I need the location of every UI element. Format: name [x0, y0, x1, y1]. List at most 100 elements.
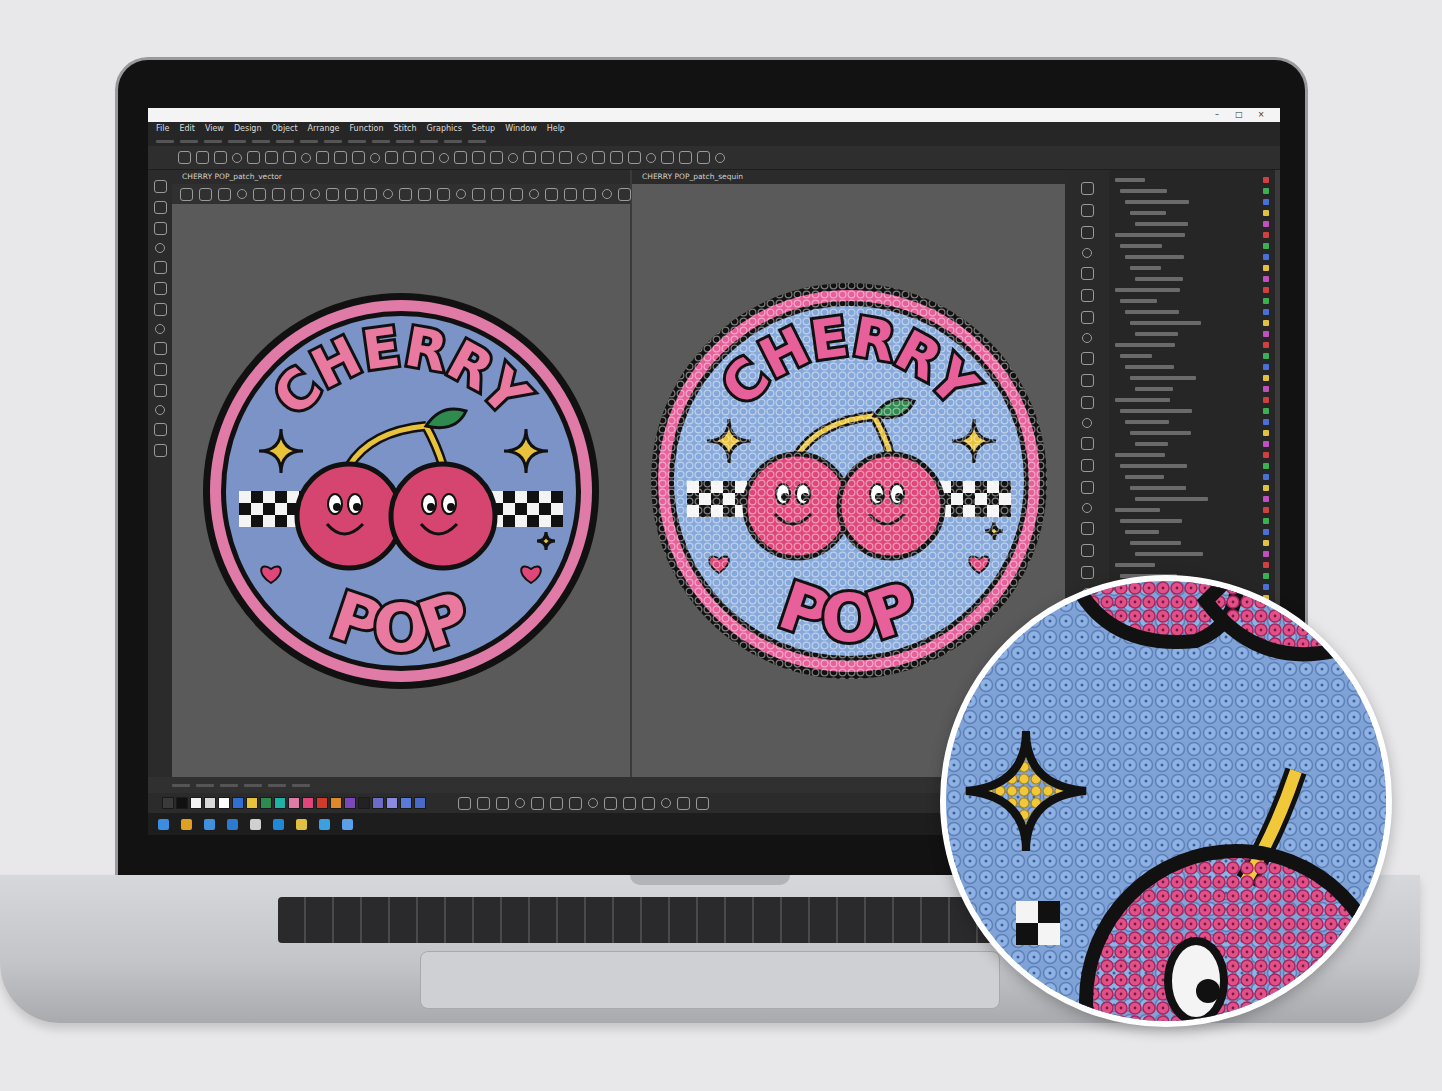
tool-icon[interactable] — [421, 151, 434, 164]
design-canvas[interactable]: CHERRYPOP — [172, 204, 630, 777]
menu-item[interactable]: Edit — [179, 122, 195, 136]
color-swatch[interactable] — [344, 797, 356, 809]
layer-row[interactable] — [1115, 209, 1269, 216]
tool-icon[interactable] — [604, 797, 617, 810]
panel-icon[interactable] — [1081, 374, 1094, 387]
tool-icon[interactable] — [550, 797, 563, 810]
menu-item[interactable]: Graphics — [427, 122, 462, 136]
color-swatch[interactable] — [400, 797, 412, 809]
panel-icon[interactable] — [1081, 459, 1094, 472]
layer-row[interactable] — [1115, 319, 1269, 326]
layer-row[interactable] — [1115, 297, 1269, 304]
layer-row[interactable] — [1115, 176, 1269, 183]
tool-icon[interactable] — [385, 151, 398, 164]
layer-row[interactable] — [1115, 440, 1269, 447]
patch[interactable]: CHERRYPOP — [201, 291, 601, 691]
layer-row[interactable] — [1115, 363, 1269, 370]
tool-icon[interactable] — [618, 188, 631, 201]
layer-row[interactable] — [1115, 429, 1269, 436]
tool-icon[interactable] — [154, 222, 167, 235]
layer-row[interactable] — [1115, 407, 1269, 414]
taskbar-app-icon[interactable] — [181, 819, 192, 830]
color-swatch[interactable] — [260, 797, 272, 809]
tool-icon[interactable] — [154, 282, 167, 295]
layer-row[interactable] — [1115, 198, 1269, 205]
tool-icon[interactable] — [588, 798, 598, 808]
color-swatch[interactable] — [246, 797, 258, 809]
tool-icon[interactable] — [310, 189, 320, 199]
layer-row[interactable] — [1115, 264, 1269, 271]
document-tab[interactable]: CHERRY POP_patch_sequin — [632, 170, 1065, 184]
tool-icon[interactable] — [283, 151, 296, 164]
tool-icon[interactable] — [326, 188, 339, 201]
layer-row[interactable] — [1115, 451, 1269, 458]
panel-icon[interactable] — [1082, 418, 1092, 428]
tool-icon[interactable] — [155, 405, 165, 415]
layer-row[interactable] — [1115, 308, 1269, 315]
layer-row[interactable] — [1115, 275, 1269, 282]
tool-icon[interactable] — [564, 188, 577, 201]
tool-icon[interactable] — [154, 363, 167, 376]
tool-icon[interactable] — [232, 153, 242, 163]
tool-icon[interactable] — [154, 201, 167, 214]
layer-row[interactable] — [1115, 418, 1269, 425]
layer-row[interactable] — [1115, 187, 1269, 194]
layer-row[interactable] — [1115, 484, 1269, 491]
tool-icon[interactable] — [490, 151, 503, 164]
layer-row[interactable] — [1115, 286, 1269, 293]
tool-icon[interactable] — [154, 423, 167, 436]
layer-row[interactable] — [1115, 495, 1269, 502]
color-swatch[interactable] — [316, 797, 328, 809]
tool-icon[interactable] — [531, 797, 544, 810]
document-tab[interactable]: CHERRY POP_patch_vector — [172, 170, 630, 184]
tool-icon[interactable] — [592, 151, 605, 164]
window-control[interactable]: × — [1250, 108, 1272, 122]
layer-row[interactable] — [1115, 506, 1269, 513]
tool-icon[interactable] — [541, 151, 554, 164]
panel-icon[interactable] — [1081, 396, 1094, 409]
tool-icon[interactable] — [458, 797, 471, 810]
layer-row[interactable] — [1115, 242, 1269, 249]
tool-icon[interactable] — [247, 151, 260, 164]
layer-row[interactable] — [1115, 473, 1269, 480]
tool-icon[interactable] — [491, 188, 504, 201]
tool-icon[interactable] — [352, 151, 365, 164]
tool-icon[interactable] — [180, 188, 193, 201]
layer-row[interactable] — [1115, 374, 1269, 381]
layer-row[interactable] — [1115, 253, 1269, 260]
layer-row[interactable] — [1115, 517, 1269, 524]
panel-icon[interactable] — [1081, 544, 1094, 557]
tool-icon[interactable] — [155, 243, 165, 253]
tool-icon[interactable] — [383, 189, 393, 199]
taskbar-app-icon[interactable] — [296, 819, 307, 830]
tool-icon[interactable] — [418, 188, 431, 201]
taskbar-app-icon[interactable] — [158, 819, 169, 830]
tool-icon[interactable] — [559, 151, 572, 164]
tool-icon[interactable] — [661, 151, 674, 164]
taskbar-app-icon[interactable] — [273, 819, 284, 830]
layer-row[interactable] — [1115, 341, 1269, 348]
tool-icon[interactable] — [155, 324, 165, 334]
color-swatch[interactable] — [204, 797, 216, 809]
tool-icon[interactable] — [642, 797, 655, 810]
tool-icon[interactable] — [477, 797, 490, 810]
panel-icon[interactable] — [1081, 204, 1094, 217]
tool-icon[interactable] — [510, 188, 523, 201]
menu-item[interactable]: Design — [234, 122, 262, 136]
color-swatch[interactable] — [274, 797, 286, 809]
tool-icon[interactable] — [472, 151, 485, 164]
tool-icon[interactable] — [334, 151, 347, 164]
tool-icon[interactable] — [399, 188, 412, 201]
tool-icon[interactable] — [628, 151, 641, 164]
tool-icon[interactable] — [696, 797, 709, 810]
tool-icon[interactable] — [472, 188, 485, 201]
menu-item[interactable]: Help — [547, 122, 565, 136]
menu-item[interactable]: Arrange — [308, 122, 340, 136]
tool-icon[interactable] — [253, 188, 266, 201]
tool-icon[interactable] — [265, 151, 278, 164]
layer-row[interactable] — [1115, 539, 1269, 546]
menu-item[interactable]: Setup — [472, 122, 495, 136]
layer-row[interactable] — [1115, 462, 1269, 469]
taskbar-app-icon[interactable] — [227, 819, 238, 830]
tool-icon[interactable] — [523, 151, 536, 164]
